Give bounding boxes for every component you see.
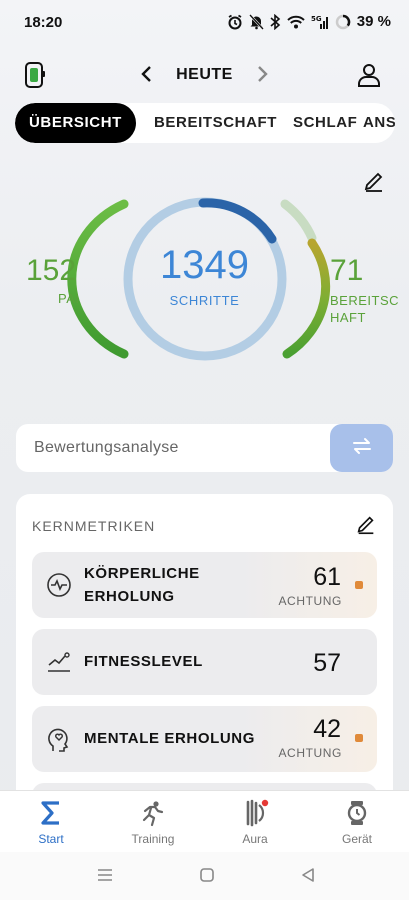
alarm-icon bbox=[227, 14, 243, 30]
swap-arrows-icon bbox=[350, 435, 374, 462]
readiness-value: 71 bbox=[330, 254, 364, 287]
profile-icon[interactable] bbox=[356, 62, 382, 93]
row-value: 61 bbox=[313, 563, 341, 591]
sigma-icon bbox=[0, 799, 102, 827]
nav-training[interactable]: Training bbox=[102, 791, 204, 853]
row-value: 42 bbox=[313, 715, 341, 743]
status-icons: 5G 39 % bbox=[227, 13, 391, 30]
mute-icon bbox=[248, 13, 264, 30]
recent-apps-icon[interactable] bbox=[97, 868, 113, 887]
tab-overview[interactable]: ÜBERSICHT bbox=[15, 103, 136, 143]
status-time: 18:20 bbox=[24, 14, 63, 31]
battery-ring-icon bbox=[335, 14, 351, 30]
aura-icon bbox=[204, 799, 306, 827]
readiness-arc-track bbox=[280, 199, 317, 243]
pulse-icon bbox=[46, 572, 72, 603]
card-title: KERNMETRIKEN bbox=[32, 518, 156, 534]
watch-device-icon[interactable] bbox=[22, 62, 46, 93]
row-value: 57 bbox=[313, 649, 341, 677]
tab-bar: ÜBERSICHT BEREITSCHAFT SCHLAF ANS bbox=[15, 103, 395, 143]
readiness-arc bbox=[282, 238, 331, 359]
analysis-bar[interactable]: Bewertungsanalyse bbox=[16, 424, 393, 472]
nav-device[interactable]: Gerät bbox=[306, 791, 408, 853]
nav-start[interactable]: Start bbox=[0, 791, 102, 853]
tab-more[interactable]: ANS bbox=[363, 103, 395, 143]
nav-start-label: Start bbox=[38, 832, 64, 846]
row-status: ACHTUNG bbox=[278, 594, 342, 608]
metric-row-mental-recovery[interactable]: MENTALE ERHOLUNG 42 ACHTUNG bbox=[32, 706, 377, 772]
metric-row-physical-recovery[interactable]: KÖRPERLICHE ERHOLUNG 61 ACHTUNG bbox=[32, 552, 377, 618]
home-icon[interactable] bbox=[199, 867, 215, 888]
back-icon[interactable] bbox=[300, 867, 316, 888]
tab-sleep[interactable]: SCHLAF bbox=[293, 103, 357, 143]
tab-readiness[interactable]: BEREITSCHAFT bbox=[154, 103, 277, 143]
status-bar: 18:20 5G 39 % bbox=[0, 0, 409, 48]
nav-training-label: Training bbox=[131, 832, 175, 846]
row-label-line2: ERHOLUNG bbox=[84, 588, 175, 605]
previous-day-button[interactable] bbox=[138, 63, 156, 90]
bluetooth-icon bbox=[270, 13, 281, 30]
watch-icon bbox=[306, 799, 408, 827]
row-status: ACHTUNG bbox=[278, 746, 342, 760]
system-navigation-bar bbox=[0, 852, 409, 900]
pai-value: 152 bbox=[26, 254, 77, 287]
runner-icon bbox=[102, 799, 204, 827]
head-heart-icon bbox=[46, 725, 72, 758]
nav-device-label: Gerät bbox=[341, 832, 372, 846]
next-day-button[interactable] bbox=[253, 63, 271, 90]
row-label-line1: KÖRPERLICHE bbox=[84, 565, 200, 582]
trend-icon bbox=[46, 649, 72, 680]
analysis-label: Bewertungsanalyse bbox=[34, 439, 179, 456]
date-title: HEUTE bbox=[176, 66, 233, 83]
wifi-icon bbox=[287, 15, 305, 29]
bottom-navigation: Start Training Aura Gerät bbox=[0, 790, 409, 852]
edit-metrics-icon[interactable] bbox=[355, 514, 377, 541]
nav-aura[interactable]: Aura bbox=[204, 791, 306, 853]
warning-indicator bbox=[355, 581, 363, 589]
switch-button[interactable] bbox=[330, 424, 393, 472]
svg-text:5G: 5G bbox=[311, 15, 322, 23]
core-metrics-card: KERNMETRIKEN KÖRPERLICHE ERHOLUNG 61 ACH… bbox=[16, 494, 393, 814]
nav-aura-label: Aura bbox=[242, 832, 268, 846]
warning-indicator bbox=[355, 734, 363, 742]
metric-row-fitness-level[interactable]: FITNESSLEVEL 57 bbox=[32, 629, 377, 695]
pai-label: PAI bbox=[58, 291, 80, 306]
signal-icon: 5G bbox=[311, 14, 329, 30]
pai-arc bbox=[67, 199, 129, 359]
battery-percent: 39 % bbox=[356, 13, 391, 30]
row-label-line1: MENTALE ERHOLUNG bbox=[84, 730, 255, 747]
readiness-label: BEREITSC HAFT bbox=[330, 293, 400, 325]
row-label-line1: FITNESSLEVEL bbox=[84, 653, 203, 670]
